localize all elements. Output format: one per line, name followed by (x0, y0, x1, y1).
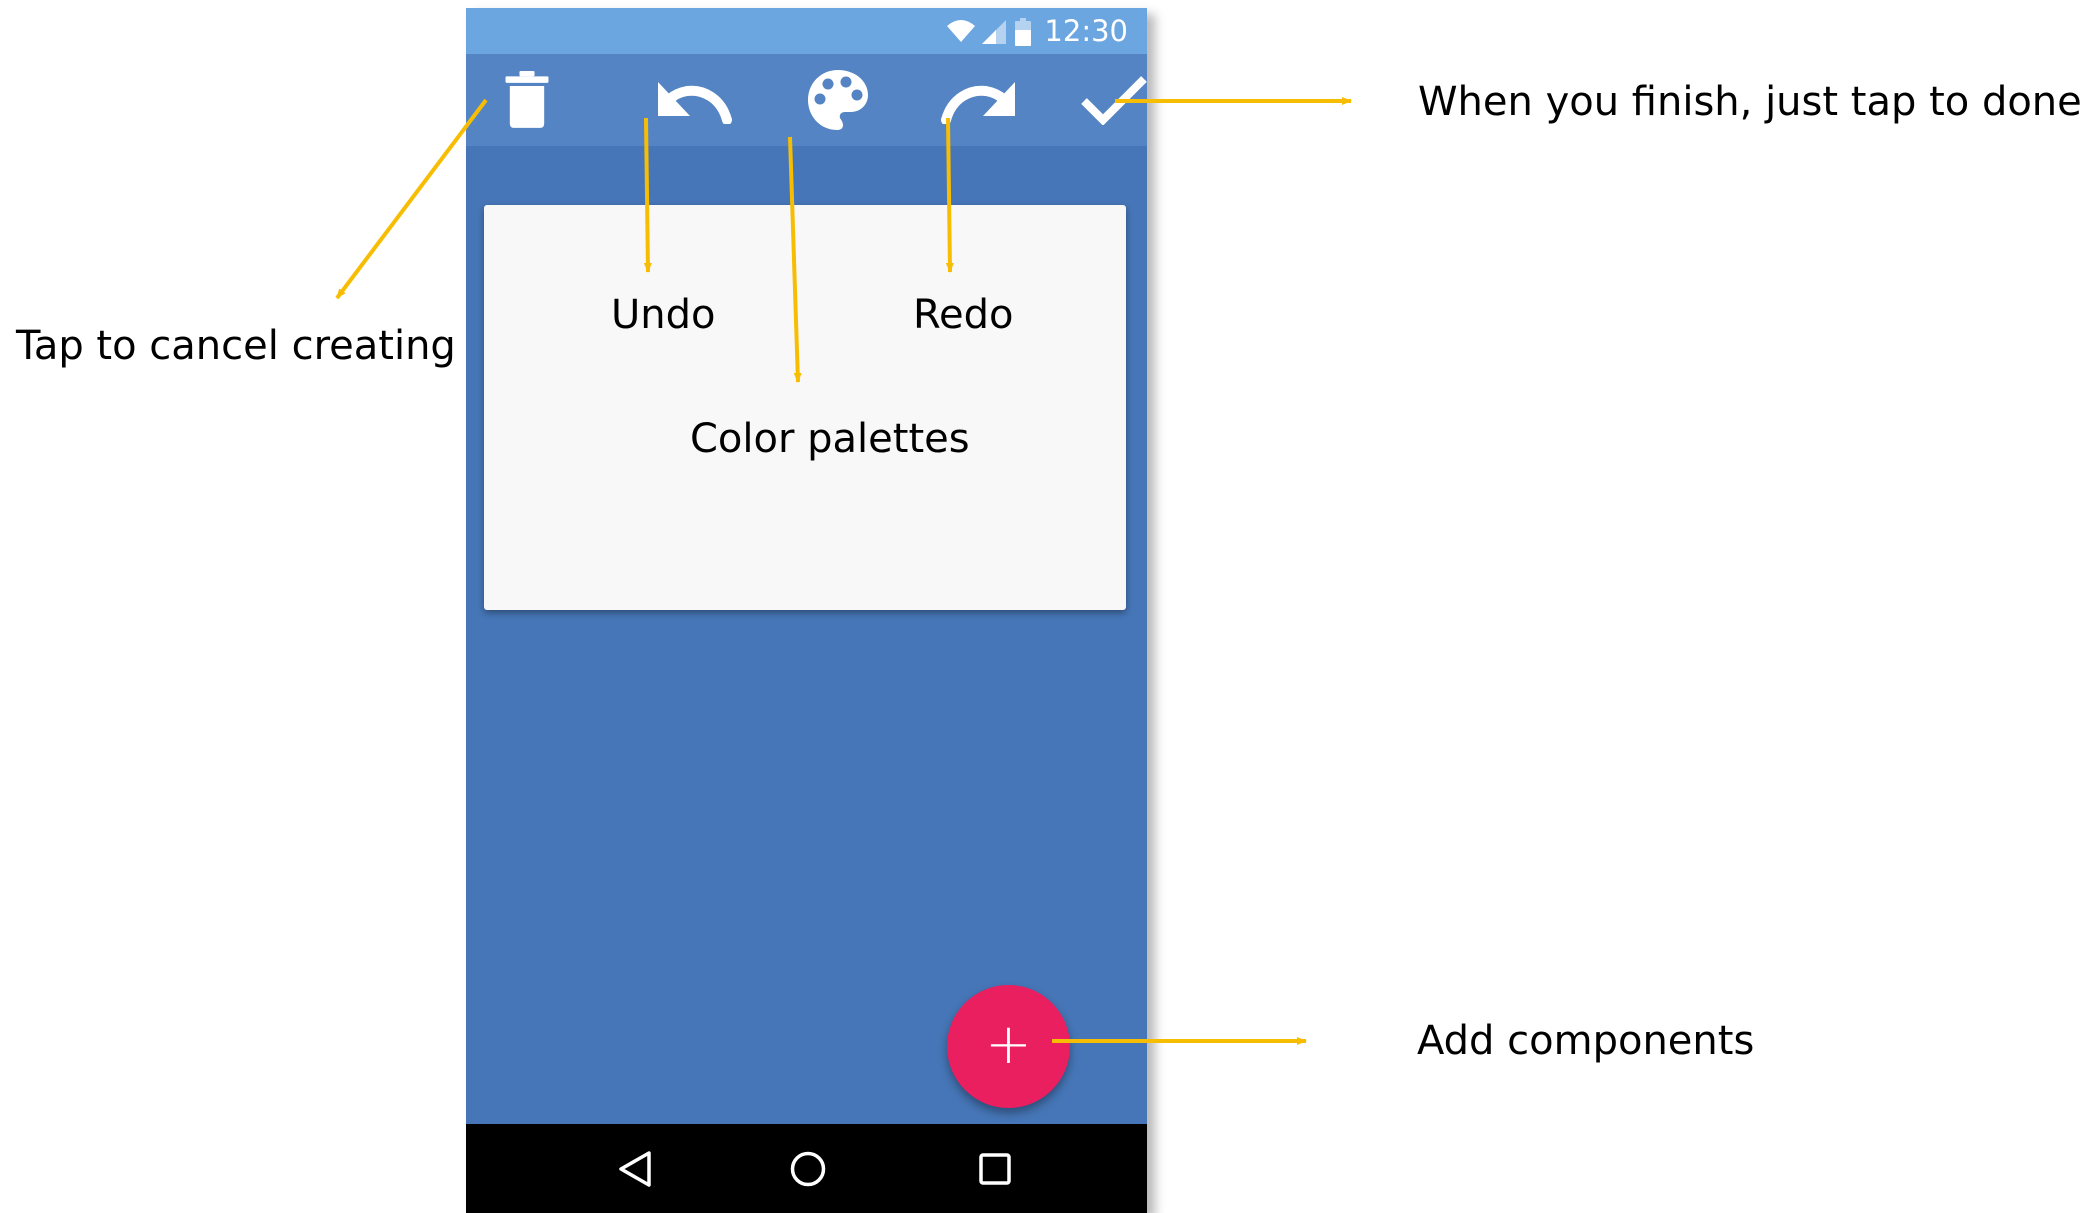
label-undo: Undo (611, 292, 716, 338)
back-icon (618, 1150, 651, 1187)
recents-icon (978, 1152, 1011, 1185)
status-time: 12:30 (1044, 14, 1128, 48)
undo-icon (658, 82, 732, 124)
redo-button[interactable] (932, 54, 1024, 146)
toolbar (466, 54, 1147, 146)
check-icon (1081, 76, 1147, 125)
color-palette-button[interactable] (792, 54, 884, 146)
palette-icon (808, 70, 868, 130)
phone-screen: 12:30 + (466, 8, 1147, 1213)
add-components-fab[interactable]: + (947, 985, 1070, 1108)
redo-icon (941, 82, 1015, 124)
note-card (484, 205, 1126, 610)
cell-signal-icon (982, 20, 1006, 44)
home-icon (790, 1151, 825, 1186)
navigation-bar (466, 1124, 1147, 1213)
label-done: When you finish, just tap to done (1418, 79, 2082, 125)
back-button[interactable] (590, 1124, 679, 1213)
label-color-palettes: Color palettes (690, 416, 970, 462)
battery-icon (1015, 18, 1031, 46)
home-button[interactable] (763, 1124, 852, 1213)
recents-button[interactable] (950, 1124, 1039, 1213)
delete-button[interactable] (481, 54, 573, 146)
plus-icon: + (985, 1011, 1032, 1077)
label-cancel: Tap to cancel creating (16, 323, 456, 369)
undo-button[interactable] (649, 54, 741, 146)
done-button[interactable] (1068, 54, 1160, 146)
status-bar: 12:30 (466, 8, 1147, 54)
wifi-icon (947, 20, 975, 42)
arrow-cancel (335, 98, 488, 300)
trash-icon (505, 71, 549, 128)
label-add-components: Add components (1417, 1018, 1755, 1064)
label-redo: Redo (913, 292, 1014, 338)
